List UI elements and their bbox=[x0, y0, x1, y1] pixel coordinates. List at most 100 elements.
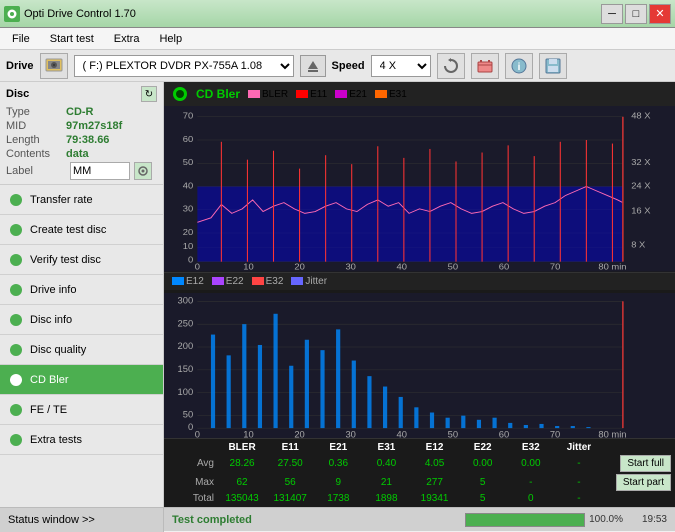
col-empty bbox=[168, 442, 218, 453]
sidebar-label-fe-te: FE / TE bbox=[30, 404, 67, 416]
total-bler: 135043 bbox=[218, 493, 266, 504]
col-e21: E21 bbox=[314, 442, 362, 453]
info-button[interactable]: i bbox=[505, 53, 533, 79]
total-label: Total bbox=[168, 493, 218, 504]
fe-te-icon bbox=[8, 402, 24, 418]
svg-text:100: 100 bbox=[178, 386, 194, 396]
length-value: 79:38.66 bbox=[66, 134, 109, 146]
menu-help[interactable]: Help bbox=[151, 31, 190, 47]
content-area: CD Bler BLER E11 E21 E31 bbox=[164, 82, 675, 507]
svg-text:8 X: 8 X bbox=[631, 240, 645, 249]
drive-select[interactable]: ( F:) PLEXTOR DVDR PX-755A 1.08 bbox=[74, 55, 294, 77]
type-value: CD-R bbox=[66, 106, 94, 118]
avg-e12: 4.05 bbox=[411, 458, 459, 469]
table-header-row: BLER E11 E21 E31 E12 E22 E32 Jitter bbox=[164, 441, 675, 454]
time-display: 19:53 bbox=[627, 514, 667, 525]
svg-text:48 X: 48 X bbox=[631, 111, 650, 120]
minimize-button[interactable]: ─ bbox=[601, 4, 623, 24]
svg-text:50: 50 bbox=[448, 429, 458, 438]
erase-button[interactable] bbox=[471, 53, 499, 79]
e22-legend-color bbox=[212, 277, 224, 285]
app-icon bbox=[4, 6, 20, 22]
avg-e31: 0.40 bbox=[362, 458, 410, 469]
max-e21: 9 bbox=[314, 477, 362, 488]
col-e22: E22 bbox=[459, 442, 507, 453]
sidebar-item-create-test-disc[interactable]: Create test disc bbox=[0, 215, 163, 245]
start-full-container: Start full bbox=[603, 455, 671, 472]
bottom-legend: E12 E22 E32 Jitter bbox=[164, 273, 675, 290]
disc-refresh-button[interactable]: ↻ bbox=[141, 86, 157, 102]
svg-text:20: 20 bbox=[183, 227, 194, 236]
speed-refresh-button[interactable] bbox=[437, 53, 465, 79]
legend-bler: BLER bbox=[248, 89, 288, 100]
main-area: Disc ↻ Type CD-R MID 97m27s18f Length 79… bbox=[0, 82, 675, 507]
svg-text:50: 50 bbox=[183, 409, 193, 419]
sidebar-item-disc-info[interactable]: Disc info bbox=[0, 305, 163, 335]
col-e31: E31 bbox=[362, 442, 410, 453]
col-e11: E11 bbox=[266, 442, 314, 453]
disc-info-icon bbox=[8, 312, 24, 328]
svg-text:30: 30 bbox=[345, 262, 356, 271]
top-legend: BLER E11 E21 E31 bbox=[248, 89, 407, 100]
app-title: Opti Drive Control 1.70 bbox=[24, 8, 136, 20]
sidebar-item-verify-test-disc[interactable]: Verify test disc bbox=[0, 245, 163, 275]
col-e32: E32 bbox=[507, 442, 555, 453]
length-key: Length bbox=[6, 134, 66, 146]
menu-extra[interactable]: Extra bbox=[106, 31, 148, 47]
sidebar-item-transfer-rate[interactable]: Transfer rate bbox=[0, 185, 163, 215]
total-jitter: - bbox=[555, 493, 603, 504]
max-e12: 277 bbox=[411, 477, 459, 488]
svg-text:10: 10 bbox=[243, 429, 253, 438]
close-button[interactable]: ✕ bbox=[649, 4, 671, 24]
sidebar-item-drive-info[interactable]: Drive info bbox=[0, 275, 163, 305]
svg-text:i: i bbox=[517, 62, 520, 73]
svg-text:30: 30 bbox=[345, 429, 355, 438]
avg-bler: 28.26 bbox=[218, 458, 266, 469]
label-settings-button[interactable] bbox=[134, 162, 152, 180]
svg-text:300: 300 bbox=[178, 295, 194, 305]
titlebar-left: Opti Drive Control 1.70 bbox=[4, 6, 136, 22]
jitter-legend-color bbox=[291, 277, 303, 285]
sidebar-item-disc-quality[interactable]: Disc quality bbox=[0, 335, 163, 365]
sidebar-label-drive-info: Drive info bbox=[30, 284, 76, 296]
drivebar: Drive ( F:) PLEXTOR DVDR PX-755A 1.08 Sp… bbox=[0, 50, 675, 82]
type-key: Type bbox=[6, 106, 66, 118]
legend-e11: E11 bbox=[296, 89, 327, 100]
sidebar-label-verify-test-disc: Verify test disc bbox=[30, 254, 101, 266]
col-bler: BLER bbox=[218, 442, 266, 453]
col-btn bbox=[603, 442, 671, 453]
eject-button[interactable] bbox=[300, 55, 326, 77]
start-part-container: Start part bbox=[603, 474, 671, 491]
menu-start-test[interactable]: Start test bbox=[42, 31, 102, 47]
verify-test-disc-icon bbox=[8, 252, 24, 268]
start-part-button[interactable]: Start part bbox=[616, 474, 671, 491]
svg-text:0: 0 bbox=[195, 262, 200, 271]
legend-e21: E21 bbox=[335, 89, 367, 100]
total-e31: 1898 bbox=[362, 493, 410, 504]
total-e22: 5 bbox=[459, 493, 507, 504]
sidebar-item-fe-te[interactable]: FE / TE bbox=[0, 395, 163, 425]
drive-icon-btn[interactable] bbox=[40, 53, 68, 79]
maximize-button[interactable]: □ bbox=[625, 4, 647, 24]
table-max-row: Max 62 56 9 21 277 5 - - Start part bbox=[164, 473, 675, 492]
svg-text:80 min: 80 min bbox=[598, 262, 626, 271]
status-window-label: Status window >> bbox=[8, 514, 95, 526]
drive-label: Drive bbox=[6, 60, 34, 72]
sidebar-item-cd-bler[interactable]: CD Bler bbox=[0, 365, 163, 395]
menubar: File Start test Extra Help bbox=[0, 28, 675, 50]
sidebar-label-disc-info: Disc info bbox=[30, 314, 72, 326]
status-window-button[interactable]: Status window >> bbox=[0, 508, 164, 532]
speed-select[interactable]: 4 X 8 X 16 X Max bbox=[371, 55, 431, 77]
menu-file[interactable]: File bbox=[4, 31, 38, 47]
svg-text:250: 250 bbox=[178, 318, 194, 328]
avg-e22: 0.00 bbox=[459, 458, 507, 469]
total-e21: 1738 bbox=[314, 493, 362, 504]
progress-area: 100.0% 19:53 bbox=[465, 513, 675, 527]
save-button[interactable] bbox=[539, 53, 567, 79]
svg-text:16 X: 16 X bbox=[631, 206, 650, 215]
start-full-button[interactable]: Start full bbox=[620, 455, 671, 472]
sidebar-label-cd-bler: CD Bler bbox=[30, 374, 69, 386]
max-e32: - bbox=[507, 477, 555, 488]
sidebar-item-extra-tests[interactable]: Extra tests bbox=[0, 425, 163, 455]
label-input[interactable] bbox=[70, 162, 130, 180]
